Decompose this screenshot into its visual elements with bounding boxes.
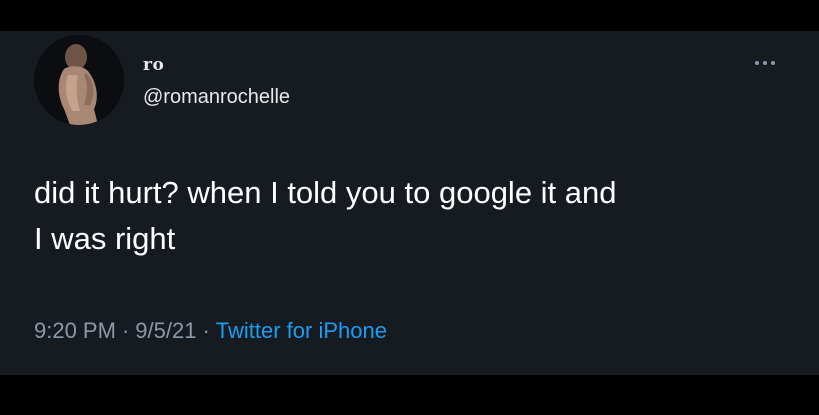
tweet-card: ro @romanrochelle did it hurt? when I to… (0, 31, 819, 375)
more-options-icon (771, 61, 775, 65)
separator: · (121, 318, 130, 343)
more-options-icon (755, 61, 759, 65)
tweet-metadata: 9:20 PM · 9/5/21 · Twitter for iPhone (34, 318, 387, 344)
tweet-text: did it hurt? when I told you to google i… (34, 175, 617, 256)
tweet-time[interactable]: 9:20 PM (34, 318, 116, 343)
user-handle[interactable]: @romanrochelle (143, 86, 290, 109)
more-options-icon (763, 61, 767, 65)
tweet-source-link[interactable]: Twitter for iPhone (216, 318, 387, 343)
profile-photo (34, 35, 124, 125)
tweet-date[interactable]: 9/5/21 (135, 318, 196, 343)
avatar[interactable] (34, 35, 124, 125)
display-name[interactable]: ro (143, 55, 164, 75)
separator: · (202, 318, 210, 343)
more-options-button[interactable] (748, 53, 782, 73)
